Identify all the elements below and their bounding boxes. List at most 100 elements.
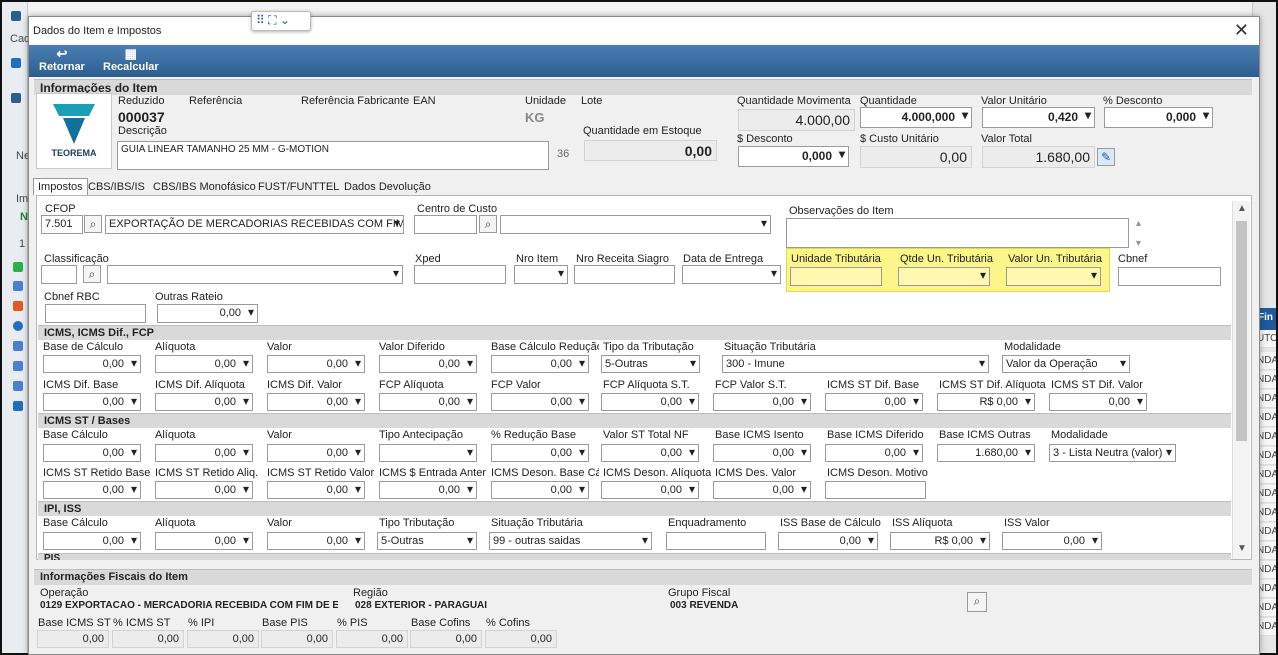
obs-scroll-up-icon[interactable]: ▲ [1134, 218, 1143, 228]
cfop-code-field[interactable]: 7.501 [41, 215, 83, 234]
delete-icon[interactable] [13, 301, 23, 311]
base-icms-isento-field[interactable]: 0,00 [713, 444, 811, 462]
desconto-pct-field[interactable]: 0,000 [1104, 107, 1213, 128]
deson-aliquota-field[interactable]: 0,00 [601, 481, 699, 499]
icms-st-dif-valor-field[interactable]: 0,00 [1049, 393, 1147, 411]
retornar-button[interactable]: ↩ Retornar [39, 47, 85, 74]
iss-base-field[interactable]: 0,00 [778, 532, 878, 550]
floating-toolbar[interactable]: ⠿ ⛶ ⌄ [251, 11, 311, 31]
ipi-situacao-select[interactable]: 99 - outras saidas [489, 532, 652, 550]
list-icon[interactable] [13, 281, 23, 291]
icms-dif-aliquota-field[interactable]: 0,00 [155, 393, 253, 411]
grid-icon[interactable] [13, 361, 23, 371]
tab-fust-funttel[interactable]: FUST/FUNTTEL [253, 178, 344, 195]
enquadramento-field[interactable] [666, 532, 766, 550]
centro-custo-code-field[interactable] [414, 215, 477, 234]
base-icms-outras-field[interactable]: 1.680,00 [937, 444, 1035, 462]
icms-st-dif-base-field[interactable]: 0,00 [825, 393, 923, 411]
st-retido-valor-field[interactable]: 0,00 [267, 481, 365, 499]
classificacao-code-field[interactable] [41, 265, 77, 284]
fcp-valor-field[interactable]: 0,00 [491, 393, 589, 411]
outras-rateio-field[interactable]: 0,00 [157, 304, 258, 323]
icms-tipo-tributacao-select[interactable]: 5-Outras [601, 355, 700, 373]
settings-icon[interactable] [13, 401, 23, 411]
info-icon[interactable] [13, 321, 23, 331]
descricao-field[interactable]: GUIA LINEAR TAMANHO 25 MM - G-MOTION [117, 141, 549, 170]
scroll-down-icon[interactable]: ▼ [1237, 543, 1247, 554]
data-entrega-field[interactable] [682, 265, 781, 284]
st-aliquota-field[interactable]: 0,00 [155, 444, 253, 462]
cfop-search-icon[interactable]: ⌕ [84, 215, 102, 233]
desconto-field[interactable]: 0,000 [738, 146, 849, 167]
icms-aliquota-field[interactable]: 0,00 [155, 355, 253, 373]
unidade-tributaria-field[interactable] [790, 267, 882, 286]
st-base-calculo-field[interactable]: 0,00 [43, 444, 141, 462]
icms-entrada-anter-field[interactable]: 0,00 [379, 481, 477, 499]
xped-field[interactable] [414, 265, 506, 284]
base-icms-outras-label: Base ICMS Outras [939, 429, 1031, 441]
icms-base-reducao-field[interactable]: 0,00 [491, 355, 589, 373]
st-retido-aliq-field[interactable]: 0,00 [155, 481, 253, 499]
cbnef-rbc-field[interactable] [45, 304, 146, 323]
des-valor-field[interactable]: 0,00 [713, 481, 811, 499]
tab-impostos[interactable]: Impostos [33, 178, 88, 195]
unidade-tributaria-label: Unidade Tributária [791, 253, 881, 265]
fullscreen-icon[interactable]: ⛶ [268, 13, 276, 27]
iss-aliquota-field[interactable]: R$ 0,00 [890, 532, 990, 550]
valor-st-total-field[interactable]: 0,00 [601, 444, 699, 462]
icms-dif-base-field[interactable]: 0,00 [43, 393, 141, 411]
st-retido-base-field[interactable]: 0,00 [43, 481, 141, 499]
nro-item-field[interactable] [514, 265, 568, 284]
observacoes-textarea[interactable] [786, 218, 1129, 248]
ipi-base-calculo-field[interactable]: 0,00 [43, 532, 141, 550]
iss-valor-field[interactable]: 0,00 [1002, 532, 1102, 550]
export-icon[interactable] [13, 381, 23, 391]
cbnef-field[interactable] [1118, 267, 1221, 286]
classificacao-select[interactable] [107, 265, 403, 284]
ipi-aliquota-field[interactable]: 0,00 [155, 532, 253, 550]
tab-cbs-ibs-monofasico[interactable]: CBS/IBS Monofásico [148, 178, 261, 195]
valor-un-tributaria-field[interactable] [1006, 267, 1101, 286]
reducao-base-field[interactable]: 0,00 [491, 444, 589, 462]
deson-base-field[interactable]: 0,00 [491, 481, 589, 499]
base-icms-diferido-field[interactable]: 0,00 [825, 444, 923, 462]
icms-st-dif-aliquota-field[interactable]: R$ 0,00 [937, 393, 1035, 411]
tipo-antecipacao-select[interactable] [379, 444, 477, 462]
valor-unitario-field[interactable]: 0,420 [982, 107, 1095, 128]
deson-motivo-field[interactable] [825, 481, 926, 499]
edit-total-icon[interactable]: ✎ [1097, 148, 1115, 166]
icms-dif-valor-field[interactable]: 0,00 [267, 393, 365, 411]
recalcular-button[interactable]: ▦ Recalcular [103, 47, 159, 74]
close-icon[interactable]: ✕ [1234, 21, 1249, 39]
centro-custo-search-icon[interactable]: ⌕ [479, 215, 497, 233]
quantidade-field[interactable]: 4.000,000 [860, 107, 972, 128]
cfop-description-select[interactable]: EXPORTAÇÃO DE MERCADORIAS RECEBIDAS COM … [105, 215, 404, 234]
scroll-up-icon[interactable]: ▲ [1237, 203, 1247, 214]
chevron-down-icon[interactable]: ⌄ [280, 13, 290, 27]
fcp-valor-st-field[interactable]: 0,00 [713, 393, 811, 411]
qtde-un-tributaria-field[interactable] [898, 267, 990, 286]
icms-situacao-select[interactable]: 300 - Imune [722, 355, 989, 373]
st-valor-field[interactable]: 0,00 [267, 444, 365, 462]
icms-modalidade-select[interactable]: Valor da Operação [1002, 355, 1130, 373]
tab-cbs-ibs-is[interactable]: CBS/IBS/IS [83, 178, 150, 195]
fcp-aliquota-field[interactable]: 0,00 [379, 393, 477, 411]
icms-valor-diferido-field[interactable]: 0,00 [379, 355, 477, 373]
document-icon[interactable] [13, 341, 23, 351]
icms-base-calculo-field[interactable]: 0,00 [43, 355, 141, 373]
centro-custo-select[interactable] [500, 215, 771, 234]
obs-scroll-down-icon[interactable]: ▼ [1134, 238, 1143, 248]
fcp-aliquota-st-field[interactable]: 0,00 [601, 393, 699, 411]
ipi-valor-field[interactable]: 0,00 [267, 532, 365, 550]
drag-handle-icon[interactable]: ⠿ [256, 13, 265, 27]
nro-receita-field[interactable] [574, 265, 675, 284]
icms-valor-field[interactable]: 0,00 [267, 355, 365, 373]
classificacao-search-icon[interactable]: ⌕ [83, 265, 101, 283]
panel-scrollbar[interactable]: ▲ ▼ [1232, 201, 1250, 559]
tab-dados-devolucao[interactable]: Dados Devolução [339, 178, 436, 195]
fiscal-search-icon[interactable]: ⌕ [967, 592, 987, 612]
scrollbar-thumb[interactable] [1236, 221, 1247, 441]
st-modalidade-select[interactable]: 3 - Lista Neutra (valor) [1049, 444, 1176, 462]
add-icon[interactable] [13, 262, 23, 272]
ipi-tipo-tributacao-select[interactable]: 5-Outras [377, 532, 477, 550]
